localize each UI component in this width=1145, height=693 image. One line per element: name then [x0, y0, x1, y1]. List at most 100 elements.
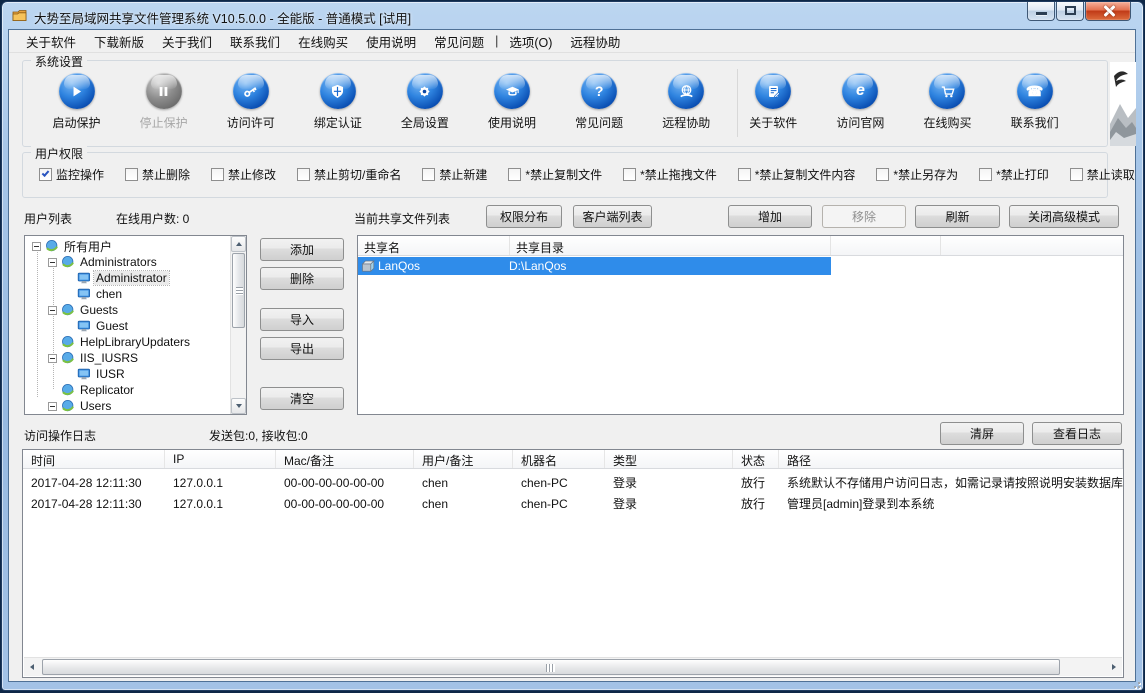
- access-log-table[interactable]: 时间 IP Mac/备注 用户/备注 机器名 类型 状态 路径 2017-04-…: [22, 449, 1124, 678]
- scrollbar-thumb[interactable]: [232, 253, 245, 328]
- tree-item-guests[interactable]: Guests: [25, 302, 230, 318]
- column-status[interactable]: 状态: [733, 450, 779, 468]
- column-time[interactable]: 时间: [23, 450, 165, 468]
- user-group-icon: [61, 383, 75, 397]
- collapse-icon[interactable]: [48, 354, 57, 363]
- permission-distribution-button[interactable]: 权限分布: [486, 205, 562, 228]
- checkbox-icon: [297, 168, 310, 181]
- tree-vertical-scrollbar[interactable]: [230, 236, 246, 414]
- checkbox-forbid-modify[interactable]: 禁止修改: [211, 166, 276, 183]
- title-bar[interactable]: 大势至局域网共享文件管理系统 V10.5.0.0 - 全能版 - 普通模式 [试…: [2, 2, 1143, 29]
- checkbox-forbid-save-as[interactable]: *禁止另存为: [876, 166, 958, 183]
- menu-usage-help[interactable]: 使用说明: [357, 29, 425, 54]
- view-log-button[interactable]: 查看日志: [1032, 422, 1122, 445]
- menu-bar: 关于软件 下载新版 关于我们 联系我们 在线购买 使用说明 常见问题 | 选项(…: [9, 30, 1135, 53]
- menu-about-us[interactable]: 关于我们: [153, 29, 221, 54]
- tree-item-administrators[interactable]: Administrators: [25, 254, 230, 270]
- clear-users-button[interactable]: 清空: [260, 387, 344, 410]
- stop-protection-button[interactable]: 停止保护: [120, 71, 207, 142]
- checkbox-monitor-operations[interactable]: 监控操作: [39, 166, 104, 183]
- global-settings-button[interactable]: 全局设置: [381, 71, 468, 142]
- share-list-title: 当前共享文件列表: [354, 210, 450, 227]
- checkbox-forbid-print[interactable]: *禁止打印: [979, 166, 1049, 183]
- menu-contact-us[interactable]: 联系我们: [221, 29, 289, 54]
- scroll-down-button[interactable]: [231, 398, 246, 414]
- menu-faq[interactable]: 常见问题: [425, 29, 493, 54]
- tree-item-all-users[interactable]: 所有用户: [25, 238, 230, 254]
- checkbox-forbid-create[interactable]: 禁止新建: [422, 166, 487, 183]
- play-icon: [59, 73, 95, 109]
- log-row[interactable]: 2017-04-28 12:11:30 127.0.0.1 00-00-00-0…: [23, 493, 1123, 514]
- log-row[interactable]: 2017-04-28 12:11:30 127.0.0.1 00-00-00-0…: [23, 472, 1123, 493]
- user-group-icon: [61, 303, 75, 317]
- about-software-button[interactable]: 关于软件: [730, 71, 817, 142]
- online-user-count: 在线用户数: 0: [116, 210, 189, 227]
- collapse-icon[interactable]: [48, 306, 57, 315]
- tree-item-replicator[interactable]: Replicator: [25, 382, 230, 398]
- menu-options[interactable]: 选项(O): [500, 29, 561, 54]
- resize-grip[interactable]: [1130, 678, 1140, 688]
- user-tree[interactable]: 所有用户 Administrators Administrator chen G…: [24, 235, 247, 415]
- menu-download-new[interactable]: 下载新版: [85, 29, 153, 54]
- decorative-painting: [1110, 62, 1136, 146]
- tree-item-iusr[interactable]: IUSR: [25, 366, 230, 382]
- maximize-button[interactable]: [1056, 2, 1084, 21]
- column-user[interactable]: 用户/备注: [414, 450, 513, 468]
- close-button[interactable]: [1085, 2, 1131, 21]
- column-share-path[interactable]: 共享目录: [510, 236, 831, 255]
- minimize-button[interactable]: [1027, 2, 1055, 21]
- buy-online-button[interactable]: 在线购买: [904, 71, 991, 142]
- checkbox-forbid-drag-file[interactable]: *禁止拖拽文件: [623, 166, 717, 183]
- tree-item-users[interactable]: Users: [25, 398, 230, 414]
- column-machine[interactable]: 机器名: [513, 450, 605, 468]
- refresh-button[interactable]: 刷新: [915, 205, 1000, 228]
- checkbox-forbid-copy-content[interactable]: *禁止复制文件内容: [738, 166, 856, 183]
- export-users-button[interactable]: 导出: [260, 337, 344, 360]
- collapse-icon[interactable]: [48, 402, 57, 411]
- bind-auth-button[interactable]: 绑定认证: [294, 71, 381, 142]
- close-advanced-mode-button[interactable]: 关闭高级模式: [1009, 205, 1119, 228]
- scroll-left-button[interactable]: [24, 659, 40, 675]
- column-share-name[interactable]: 共享名: [358, 236, 510, 255]
- scroll-right-button[interactable]: [1106, 659, 1122, 675]
- scroll-up-button[interactable]: [231, 236, 246, 252]
- scrollbar-thumb[interactable]: [42, 659, 1060, 675]
- delete-user-button[interactable]: 删除: [260, 267, 344, 290]
- collapse-icon[interactable]: [48, 258, 57, 267]
- tree-item-helplibraryupdaters[interactable]: HelpLibraryUpdaters: [25, 334, 230, 350]
- user-group-icon: [61, 351, 75, 365]
- log-horizontal-scrollbar[interactable]: [24, 657, 1122, 676]
- usage-help-button[interactable]: 使用说明: [468, 71, 555, 142]
- share-row-selected[interactable]: LanQos D:\LanQos: [358, 257, 831, 275]
- clear-screen-button[interactable]: 清屏: [940, 422, 1024, 445]
- tree-item-guest[interactable]: Guest: [25, 318, 230, 334]
- tree-item-administrator[interactable]: Administrator: [25, 270, 230, 286]
- tree-item-chen[interactable]: chen: [25, 286, 230, 302]
- share-list[interactable]: 共享名 共享目录 LanQos D:\LanQos: [357, 235, 1124, 415]
- checkbox-forbid-read[interactable]: 禁止读取: [1070, 166, 1135, 183]
- add-share-button[interactable]: 增加: [728, 205, 812, 228]
- checkbox-forbid-cut-rename[interactable]: 禁止剪切/重命名: [297, 166, 401, 183]
- menu-buy-online[interactable]: 在线购买: [289, 29, 357, 54]
- checkbox-forbid-copy-file[interactable]: *禁止复制文件: [508, 166, 602, 183]
- remote-assist-button[interactable]: 远程协助: [643, 71, 730, 142]
- column-path[interactable]: 路径: [779, 450, 1123, 468]
- contact-us-button[interactable]: ☎ 联系我们: [991, 71, 1078, 142]
- menu-remote-assist[interactable]: 远程协助: [561, 29, 629, 54]
- import-users-button[interactable]: 导入: [260, 308, 344, 331]
- collapse-icon[interactable]: [32, 242, 41, 251]
- column-mac[interactable]: Mac/备注: [276, 450, 414, 468]
- remove-share-button[interactable]: 移除: [822, 205, 906, 228]
- tree-item-iis-iusrs[interactable]: IIS_IUSRS: [25, 350, 230, 366]
- visit-website-button[interactable]: e 访问官网: [817, 71, 904, 142]
- maximize-icon: [1065, 6, 1076, 15]
- column-ip[interactable]: IP: [165, 450, 276, 468]
- add-user-button[interactable]: 添加: [260, 238, 344, 261]
- faq-button[interactable]: ? 常见问题: [556, 71, 643, 142]
- access-permission-button[interactable]: 访问许可: [207, 71, 294, 142]
- column-type[interactable]: 类型: [605, 450, 733, 468]
- menu-about-software[interactable]: 关于软件: [17, 29, 85, 54]
- start-protection-button[interactable]: 启动保护: [33, 71, 120, 142]
- checkbox-forbid-delete[interactable]: 禁止删除: [125, 166, 190, 183]
- client-list-button[interactable]: 客户端列表: [573, 205, 652, 228]
